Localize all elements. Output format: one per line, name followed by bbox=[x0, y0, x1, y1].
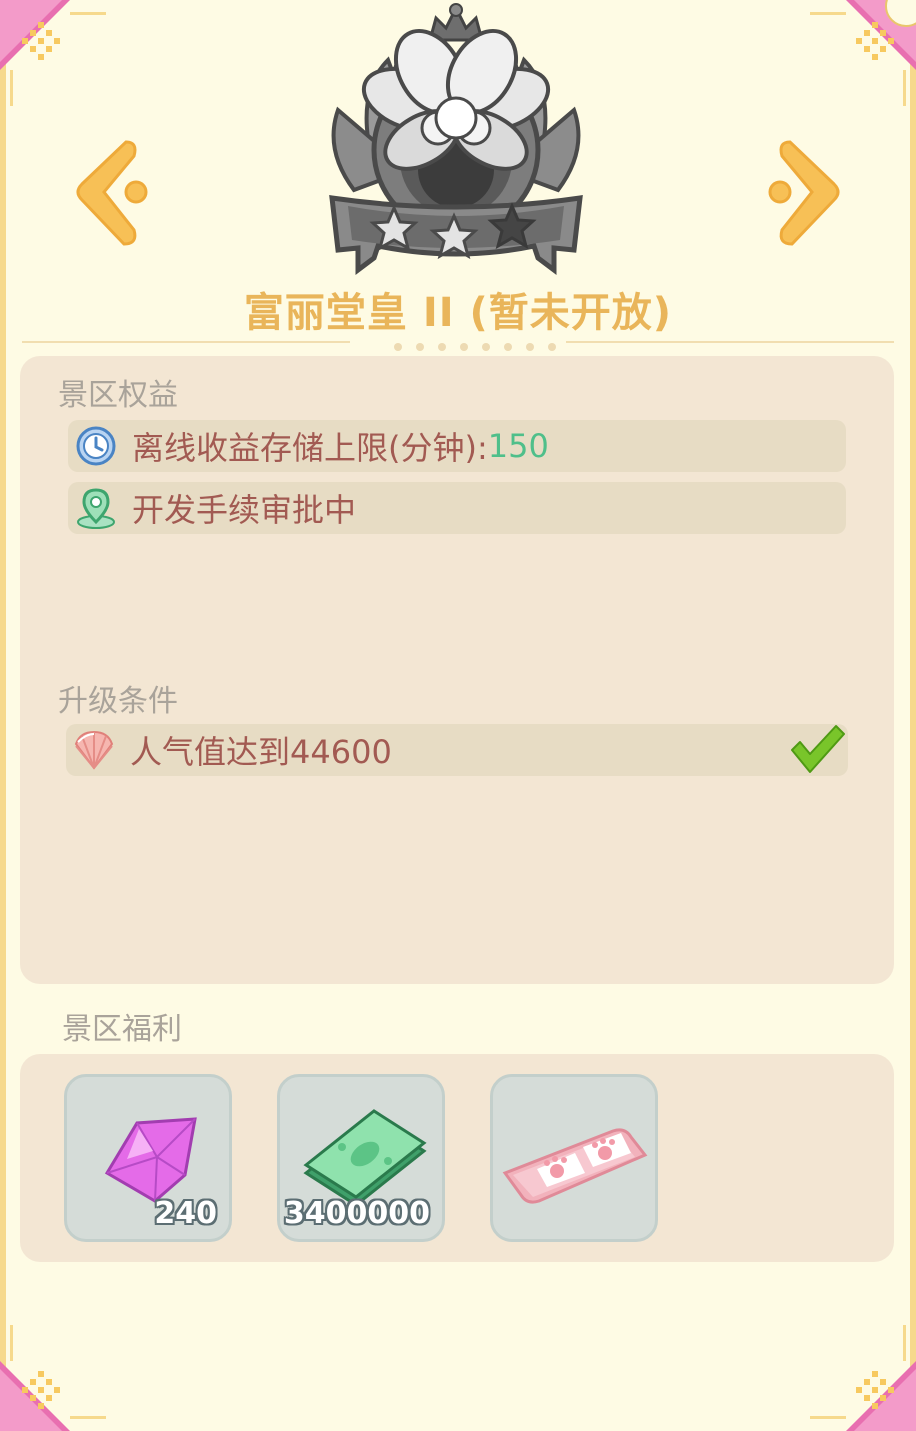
offline-storage-text: 离线收益存储上限(分钟): bbox=[132, 429, 488, 467]
upgrade-condition-row: 人气值达到44600 bbox=[66, 724, 848, 776]
offline-storage-row: 离线收益存储上限(分钟): 150 bbox=[68, 420, 846, 472]
completed-check-icon bbox=[788, 722, 846, 780]
corner-decoration-bottom-right bbox=[806, 1321, 916, 1431]
permit-row: 开发手续审批中 bbox=[68, 482, 846, 534]
upgrade-condition-text: 人气值达到44600 bbox=[130, 733, 392, 771]
corner-decoration-top-right bbox=[806, 0, 916, 110]
reward-amount: 3400000 bbox=[283, 1196, 430, 1231]
previous-arrow-button[interactable] bbox=[68, 134, 158, 254]
shell-icon bbox=[72, 728, 116, 772]
welfare-section-label: 景区福利 bbox=[62, 1012, 182, 1047]
corner-decoration-top-left bbox=[0, 0, 110, 110]
offline-storage-value: 150 bbox=[487, 427, 549, 465]
reward-cash[interactable]: 3400000 bbox=[277, 1074, 445, 1242]
corner-decoration-bottom-left bbox=[0, 1321, 110, 1431]
benefits-section-label: 景区权益 bbox=[58, 378, 178, 413]
permit-text: 开发手续审批中 bbox=[132, 491, 357, 529]
upgrade-section-label: 升级条件 bbox=[58, 684, 178, 719]
reward-diamond[interactable]: 240 bbox=[64, 1074, 232, 1242]
clock-icon bbox=[74, 424, 118, 468]
location-pin-icon bbox=[74, 486, 118, 530]
cat-paw-card-icon bbox=[502, 1128, 648, 1204]
scenic-level-badge bbox=[318, 0, 594, 280]
next-arrow-button[interactable] bbox=[758, 134, 848, 254]
reward-amount: 240 bbox=[154, 1196, 217, 1231]
reward-cat-paw-card[interactable] bbox=[490, 1074, 658, 1242]
title-divider bbox=[22, 330, 894, 354]
